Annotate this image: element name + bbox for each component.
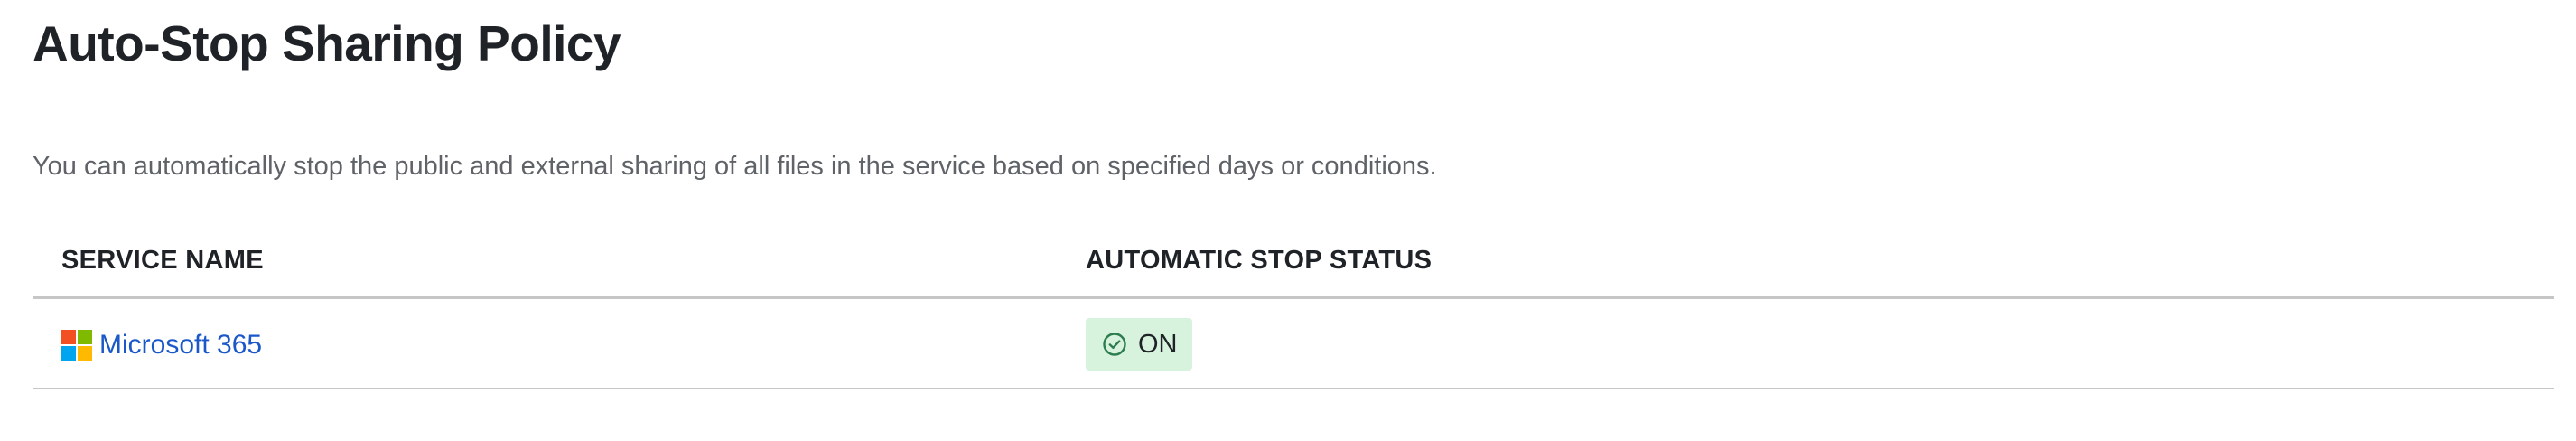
page-title: Auto-Stop Sharing Policy	[33, 15, 621, 71]
page-description: You can automatically stop the public an…	[33, 152, 1437, 181]
check-circle-icon	[1103, 333, 1126, 356]
status-text: ON	[1138, 330, 1178, 359]
column-header-automatic-stop-status: AUTOMATIC STOP STATUS	[1086, 246, 1433, 275]
table-row: Microsoft 365 ON	[33, 299, 2554, 389]
service-link[interactable]: Microsoft 365	[61, 327, 262, 363]
column-header-service-name: SERVICE NAME	[61, 246, 264, 275]
service-name: Microsoft 365	[99, 330, 263, 360]
table-header: SERVICE NAME AUTOMATIC STOP STATUS	[33, 226, 2554, 299]
status-badge: ON	[1086, 318, 1192, 371]
microsoft-logo-icon	[61, 330, 92, 361]
services-table: SERVICE NAME AUTOMATIC STOP STATUS Micro…	[33, 226, 2554, 389]
